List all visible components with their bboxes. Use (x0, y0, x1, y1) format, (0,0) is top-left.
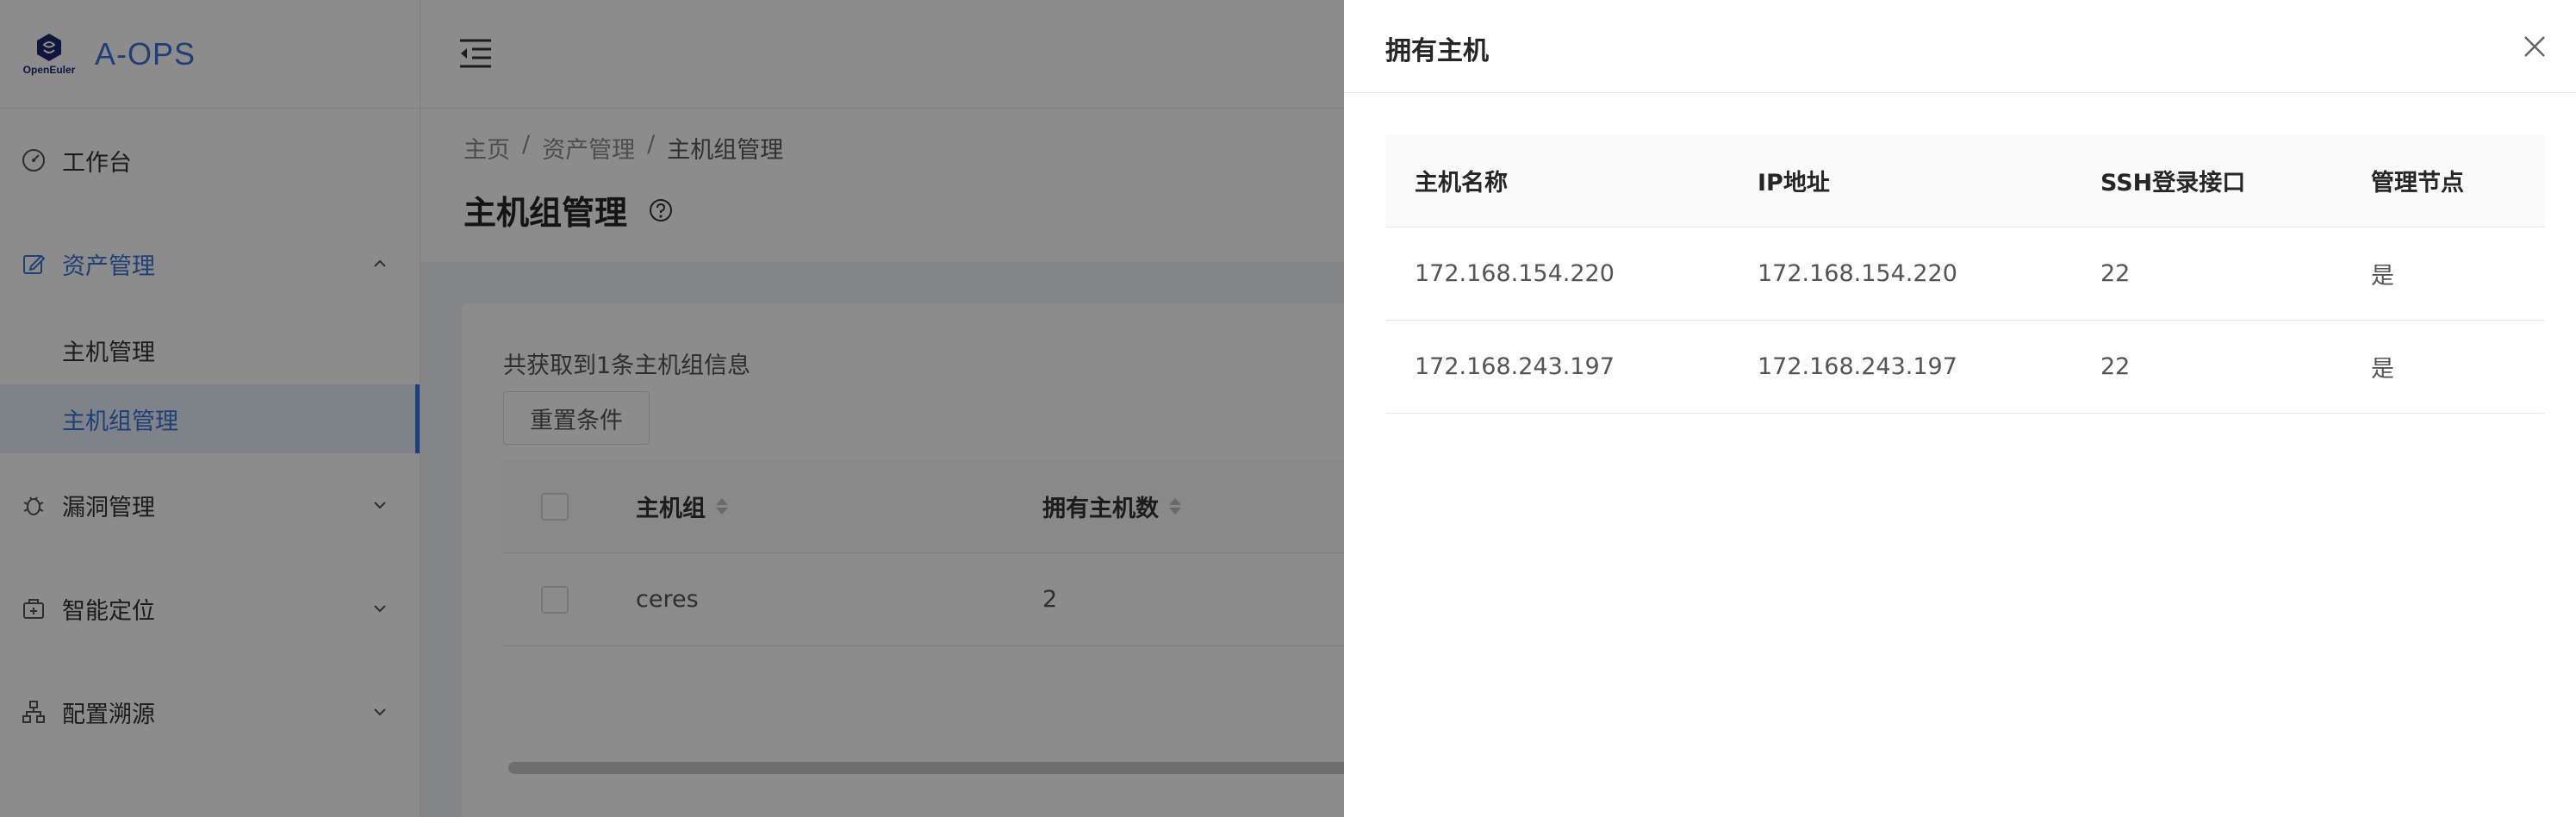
table-row: 172.168.154.220 172.168.154.220 22 是 (1385, 228, 2545, 321)
cell-host-name: 172.168.243.197 (1415, 353, 1615, 380)
column-header-host-name: 主机名称 (1415, 170, 1508, 196)
drawer-header: 拥有主机 (1344, 0, 2576, 93)
hosts-table: 主机名称 IP地址 SSH登录接口 管理节点 172.168.154.220 1… (1385, 134, 2545, 414)
cell-manager-node: 是 (2371, 356, 2394, 383)
cell-ip: 172.168.243.197 (1758, 353, 1957, 380)
table-row: 172.168.243.197 172.168.243.197 22 是 (1385, 321, 2545, 414)
cell-ip: 172.168.154.220 (1758, 260, 1957, 287)
table-header: 主机名称 IP地址 SSH登录接口 管理节点 (1385, 134, 2545, 228)
column-header-manager-node: 管理节点 (2371, 170, 2464, 196)
cell-manager-node: 是 (2371, 263, 2394, 290)
cell-host-name: 172.168.154.220 (1415, 260, 1615, 287)
column-header-ssh-port: SSH登录接口 (2100, 170, 2246, 196)
cell-ssh-port: 22 (2100, 260, 2131, 287)
column-header-ip: IP地址 (1758, 170, 1830, 196)
cell-ssh-port: 22 (2100, 353, 2131, 380)
hosts-drawer: 拥有主机 主机名称 IP地址 SSH登录接口 管理节点 172.168.154.… (1344, 0, 2576, 817)
drawer-title: 拥有主机 (1385, 36, 1489, 66)
close-icon[interactable] (2521, 33, 2548, 60)
